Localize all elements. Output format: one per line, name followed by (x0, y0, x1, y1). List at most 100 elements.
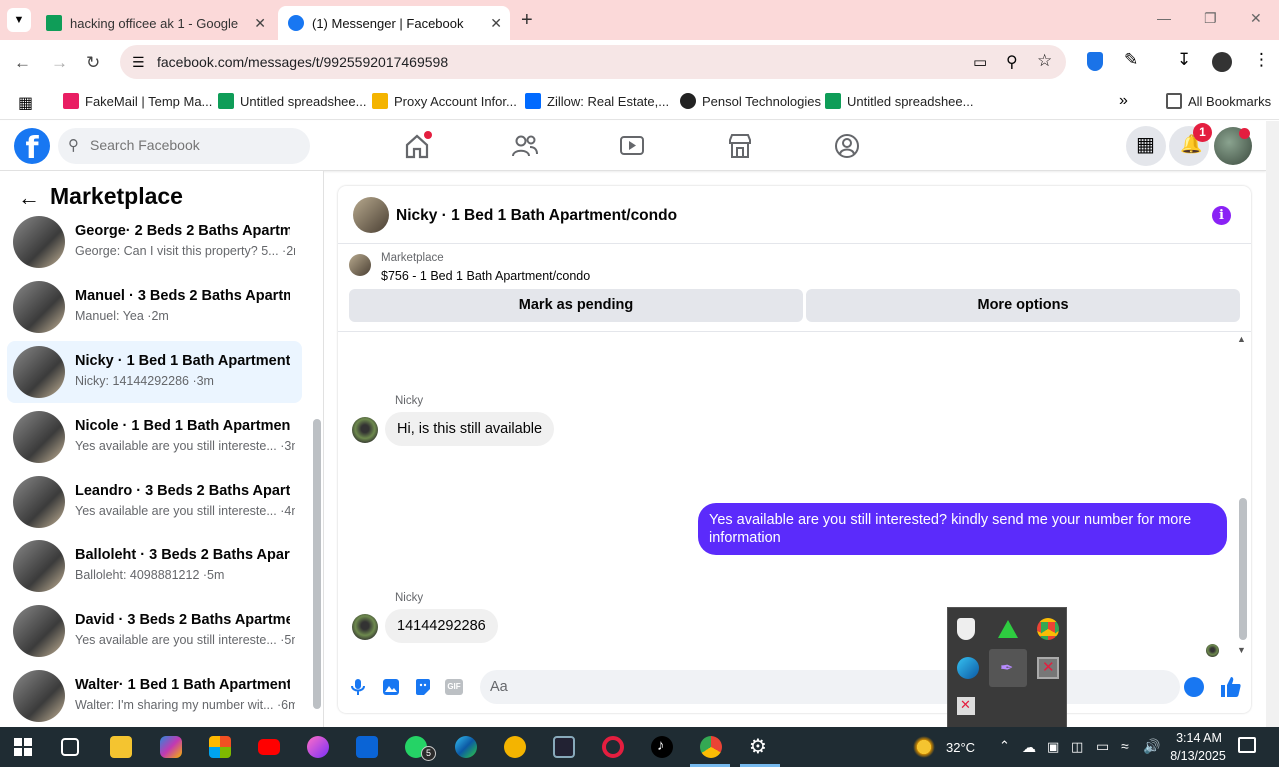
emoji-icon[interactable] (1184, 677, 1204, 697)
conversation-item[interactable]: Leandro · 3 Beds 2 Baths Apart... Yes ava… (7, 471, 302, 533)
menu-icon[interactable]: ⋮ (1253, 50, 1270, 70)
disconnected-icon[interactable]: ✕ (957, 697, 975, 715)
task-view-icon[interactable] (61, 738, 79, 756)
messages-scrollbar[interactable] (1239, 498, 1247, 640)
facebook-search[interactable]: ⚲ (58, 128, 310, 164)
wifi-icon[interactable]: ≈ (1121, 738, 1129, 754)
network-error-icon[interactable]: ✕ (1037, 657, 1059, 679)
like-thumb-icon[interactable] (1220, 676, 1242, 698)
minimize-button[interactable]: — (1157, 10, 1171, 26)
bookmark-pensol[interactable]: Pensol Technologies (680, 93, 821, 109)
more-options-button[interactable]: More options (806, 289, 1240, 322)
extensions-icon[interactable]: ✎ (1124, 50, 1138, 70)
edge-icon[interactable] (455, 736, 477, 758)
conversation-item-selected[interactable]: Nicky · 1 Bed 1 Bath Apartment/... Nicky:… (7, 341, 302, 403)
friends-icon[interactable] (510, 131, 540, 161)
forward-button[interactable]: → (51, 53, 68, 73)
youtube-icon[interactable] (258, 739, 280, 755)
bookmark-zillow[interactable]: Zillow: Real Estate,... (525, 93, 669, 109)
clock-time[interactable]: 3:14 AM (1174, 731, 1224, 745)
download-icon[interactable]: ↧ (1177, 50, 1191, 70)
copilot-icon[interactable] (160, 736, 182, 758)
zoom-icon[interactable]: ⚲ (1006, 52, 1018, 72)
outlook-icon[interactable] (356, 736, 378, 758)
bookmark-spreadsheet-1[interactable]: Untitled spreadshee... (218, 93, 366, 109)
info-icon[interactable]: i (1212, 206, 1231, 225)
battery-icon[interactable]: ◫ (1071, 739, 1083, 755)
microphone-icon[interactable] (351, 678, 365, 696)
site-info-icon[interactable]: ☰ (132, 54, 145, 71)
opera-icon[interactable] (602, 736, 624, 758)
back-arrow-icon[interactable]: ← (18, 185, 40, 211)
sender-avatar[interactable] (352, 614, 378, 640)
listing-title[interactable]: $756 - 1 Bed 1 Bath Apartment/condo (381, 269, 590, 283)
chat-avatar[interactable] (353, 197, 389, 233)
groups-icon[interactable] (832, 131, 862, 161)
app-tray-icon[interactable]: ▣ (1047, 739, 1059, 755)
app-orb-icon[interactable] (307, 736, 329, 758)
close-window-button[interactable]: ✕ (1250, 10, 1262, 27)
message-bubble-outgoing[interactable]: Yes available are you still interested? … (698, 503, 1227, 555)
app-square-icon[interactable] (553, 736, 575, 758)
phone-link-icon[interactable]: ▭ (1096, 738, 1109, 755)
menu-grid-button[interactable]: ▦ (1126, 126, 1166, 166)
tab-search-button[interactable]: ▼ (7, 8, 31, 32)
reload-button[interactable]: ↻ (86, 53, 100, 73)
sidebar-scrollbar[interactable] (313, 419, 321, 709)
edge-icon[interactable] (957, 657, 979, 679)
conversation-item[interactable]: David · 3 Beds 2 Baths Apartme... Yes ava… (7, 600, 302, 662)
conversation-item[interactable]: Balloleht · 3 Beds 2 Baths Apart... Ballo… (7, 535, 302, 597)
weather-icon[interactable] (913, 736, 935, 758)
conversation-item[interactable]: Walter· 1 Bed 1 Bath Apartment/... Walter… (7, 665, 302, 727)
back-button[interactable]: ← (14, 53, 31, 73)
photo-icon[interactable] (382, 678, 400, 696)
bookmark-spreadsheet-2[interactable]: Untitled spreadshee... (825, 93, 973, 109)
scroll-up-icon[interactable]: ▲ (1237, 334, 1246, 344)
message-bubble-incoming[interactable]: 14144292286 (385, 609, 498, 643)
security-shield-icon[interactable] (957, 618, 975, 640)
conversation-item[interactable]: George· 2 Beds 2 Baths Apartm... George: … (7, 211, 302, 273)
close-icon[interactable]: ✕ (254, 15, 266, 32)
windows-start-icon[interactable] (14, 738, 32, 756)
notification-center-icon[interactable] (1238, 737, 1256, 753)
bookmark-proxy[interactable]: Proxy Account Infor... (372, 93, 517, 109)
new-tab-button[interactable]: + (521, 9, 533, 32)
video-icon[interactable] (617, 131, 647, 161)
tab-messenger[interactable]: (1) Messenger | Facebook ✕ (278, 6, 510, 40)
clock-date[interactable]: 8/13/2025 (1166, 749, 1230, 763)
install-app-icon[interactable]: ▭ (973, 53, 987, 71)
store-icon[interactable] (209, 736, 231, 758)
home-icon[interactable] (402, 131, 432, 161)
profile-avatar[interactable] (1212, 52, 1232, 72)
message-input[interactable]: Aa (480, 670, 1204, 704)
tiktok-icon[interactable]: ♪ (651, 736, 673, 758)
pen-app-button[interactable]: ✒ (989, 649, 1027, 687)
sticker-icon[interactable] (414, 678, 432, 696)
mark-as-pending-button[interactable]: Mark as pending (349, 289, 803, 322)
sender-avatar[interactable] (352, 417, 378, 443)
conversation-item[interactable]: Nicole · 1 Bed 1 Bath Apartment... Yes av… (7, 406, 302, 468)
marketplace-icon[interactable] (725, 131, 755, 161)
close-icon[interactable]: ✕ (490, 15, 502, 32)
onedrive-icon[interactable]: ☁ (1022, 739, 1036, 756)
chrome-icon[interactable] (1037, 618, 1059, 640)
chrome-icon[interactable] (700, 736, 722, 758)
all-bookmarks[interactable]: All Bookmarks (1166, 93, 1271, 109)
tray-expand-icon[interactable]: ⌃ (999, 738, 1010, 754)
triangle-app-icon[interactable] (997, 618, 1019, 640)
volume-icon[interactable]: 🔊 (1143, 738, 1160, 755)
message-bubble-incoming[interactable]: Hi, is this still available (385, 412, 555, 446)
bookmark-fakemail[interactable]: FakeMail | Temp Ma... (63, 93, 212, 109)
apps-grid-icon[interactable]: ▦ (18, 93, 33, 113)
omnibox[interactable]: ☰ facebook.com/messages/t/99255920174695… (120, 45, 1066, 79)
tab-google-sheets[interactable]: hacking officee ak 1 - Google S ✕ (36, 6, 274, 40)
gif-icon[interactable]: GIF (445, 679, 463, 695)
scroll-down-icon[interactable]: ▼ (1237, 645, 1246, 655)
more-bookmarks-icon[interactable]: » (1119, 92, 1128, 110)
temperature[interactable]: 32°C (946, 740, 975, 755)
restore-button[interactable]: ❐ (1204, 10, 1217, 27)
conversation-item[interactable]: Manuel · 3 Beds 2 Baths Apartm... Manuel:… (7, 276, 302, 338)
bookmark-star-icon[interactable]: ☆ (1037, 51, 1052, 71)
badge-app-icon[interactable] (504, 736, 526, 758)
search-input[interactable] (90, 137, 290, 153)
